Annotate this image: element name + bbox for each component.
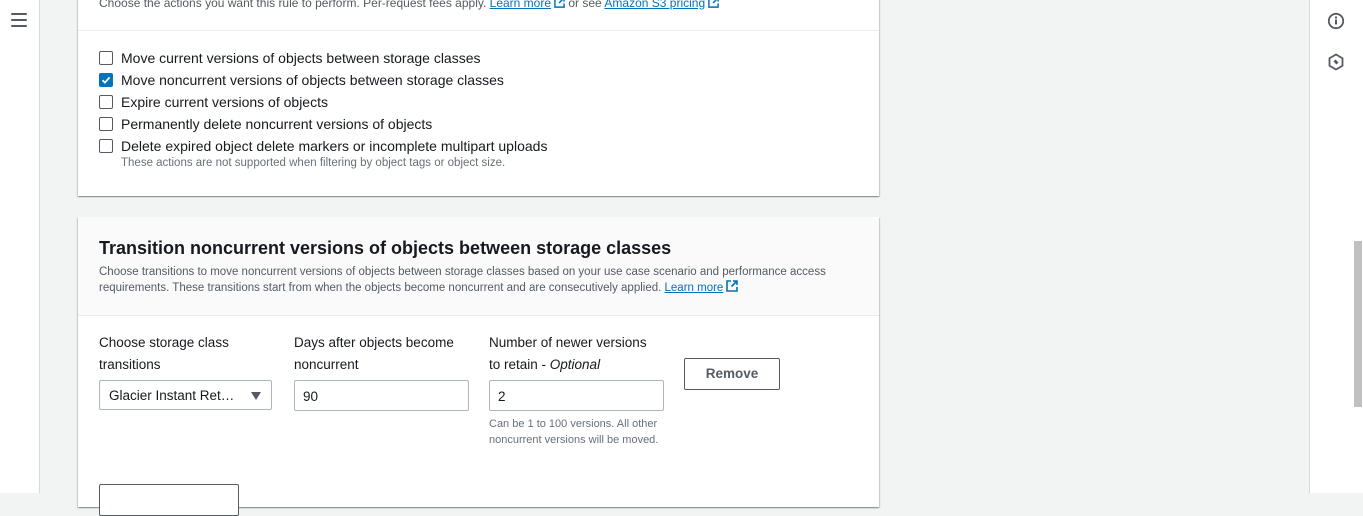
checkbox-box[interactable] xyxy=(99,117,113,131)
actions-panel: Choose the actions you want this rule to… xyxy=(78,0,879,196)
actions-note: These actions are not supported when fil… xyxy=(121,157,506,169)
optional-label: Optional xyxy=(549,357,601,372)
checkbox-label: Move current versions of objects between… xyxy=(121,50,481,66)
actions-intro: Choose the actions you want this rule to… xyxy=(99,0,719,10)
checkbox-label: Permanently delete noncurrent versions o… xyxy=(121,116,433,132)
learn-more-link[interactable]: Learn more xyxy=(490,0,551,10)
external-link-icon xyxy=(554,0,565,8)
right-tools-bar xyxy=(1309,0,1363,493)
learn-more-link[interactable]: Learn more xyxy=(665,282,724,294)
transition-noncurrent-panel: Transition noncurrent versions of object… xyxy=(78,217,879,516)
checkbox-box[interactable] xyxy=(99,51,113,65)
info-icon[interactable] xyxy=(1327,12,1345,30)
days-label-line1: Days after objects become xyxy=(294,335,454,350)
versions-label-text: to retain - xyxy=(489,357,550,372)
left-navigation-bar xyxy=(0,0,40,493)
hamburger-icon[interactable] xyxy=(11,13,27,27)
remove-button[interactable]: Remove xyxy=(684,358,780,390)
versions-label-line2: to retain - Optional xyxy=(489,354,647,376)
external-link-icon xyxy=(726,280,739,292)
days-value: 90 xyxy=(303,389,319,404)
checkbox-move-noncurrent[interactable]: Move noncurrent versions of objects betw… xyxy=(99,70,504,90)
actions-intro-text: Choose the actions you want this rule to… xyxy=(99,0,487,10)
versions-hint: Can be 1 to 100 versions. All other nonc… xyxy=(489,418,659,446)
checkbox-label: Move noncurrent versions of objects betw… xyxy=(121,72,504,88)
add-transition-button[interactable] xyxy=(99,484,239,516)
storage-class-label-line2: transitions xyxy=(99,357,161,372)
checkbox-box[interactable] xyxy=(99,95,113,109)
panel-divider xyxy=(78,315,879,316)
section-title: Transition noncurrent versions of object… xyxy=(99,238,672,258)
external-link-icon xyxy=(708,0,719,8)
checkbox-box[interactable] xyxy=(99,139,113,153)
storage-class-value: Glacier Instant Ret… xyxy=(109,388,235,403)
storage-class-label: Choose storage class transitions xyxy=(99,332,229,376)
scrollbar-thumb[interactable] xyxy=(1354,241,1362,407)
versions-input[interactable]: 2 xyxy=(489,380,664,411)
versions-label-line1: Number of newer versions xyxy=(489,335,647,350)
checkbox-label: Delete expired object delete markers or … xyxy=(121,138,548,154)
caret-down-icon xyxy=(251,392,261,400)
checkbox-label: Expire current versions of objects xyxy=(121,94,328,110)
storage-class-label-line1: Choose storage class xyxy=(99,335,229,350)
panel-divider xyxy=(78,30,879,31)
checkbox-delete-noncurrent[interactable]: Permanently delete noncurrent versions o… xyxy=(99,114,432,134)
days-label-line2: noncurrent xyxy=(294,357,359,372)
versions-value: 2 xyxy=(498,389,506,404)
storage-class-select[interactable]: Glacier Instant Ret… xyxy=(99,380,272,410)
section-description: Choose transitions to move noncurrent ve… xyxy=(99,264,869,296)
checkbox-move-current[interactable]: Move current versions of objects between… xyxy=(99,48,481,68)
checkbox-box-checked[interactable] xyxy=(99,73,113,87)
checkbox-delete-markers[interactable]: Delete expired object delete markers or … xyxy=(99,136,547,156)
checkmark-icon xyxy=(101,76,111,84)
or-see-text: or see xyxy=(568,0,602,10)
checkbox-expire-current[interactable]: Expire current versions of objects xyxy=(99,92,328,112)
versions-label: Number of newer versions to retain - Opt… xyxy=(489,332,647,376)
days-input[interactable]: 90 xyxy=(294,380,469,411)
hexagon-icon[interactable] xyxy=(1327,53,1345,71)
pricing-link[interactable]: Amazon S3 pricing xyxy=(604,0,705,10)
scrollbar-track[interactable] xyxy=(1354,0,1363,493)
days-label: Days after objects become noncurrent xyxy=(294,332,454,376)
